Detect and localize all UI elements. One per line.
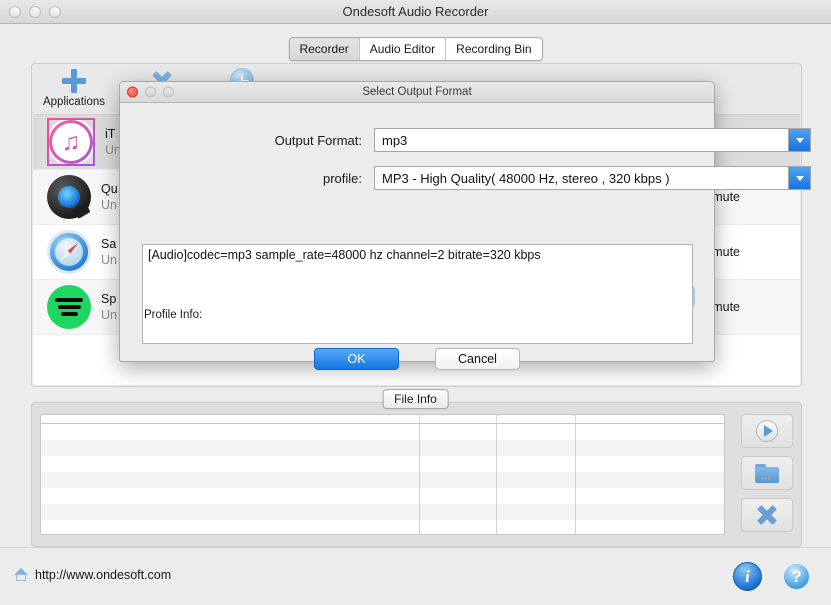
website-link[interactable]: http://www.ondesoft.com	[13, 567, 171, 582]
safari-icon	[47, 230, 91, 274]
table-row[interactable]	[41, 488, 724, 504]
add-application-label: Applications	[42, 96, 105, 108]
mute-label: mute	[712, 300, 740, 314]
table-row[interactable]	[41, 504, 724, 520]
app-text: Sa Un	[101, 237, 117, 267]
x-icon	[755, 503, 779, 527]
chevron-down-icon[interactable]	[788, 167, 810, 189]
dialog-body: Output Format: mp3 profile: MP3 - High Q…	[120, 103, 811, 370]
cancel-button[interactable]: Cancel	[435, 348, 520, 370]
app-name: Sa	[101, 237, 117, 251]
tab-audio-editor[interactable]: Audio Editor	[359, 38, 447, 60]
status-bar: http://www.ondesoft.com i ?	[0, 547, 831, 605]
profile-label: profile:	[322, 171, 362, 186]
output-format-label: Output Format:	[274, 133, 362, 148]
table-header	[41, 415, 724, 424]
app-text: Qu Un	[101, 182, 118, 212]
tab-group: Recorder Audio Editor Recording Bin	[288, 37, 543, 61]
play-button[interactable]	[741, 414, 793, 448]
play-icon	[756, 420, 778, 442]
file-info-table[interactable]	[40, 414, 725, 535]
tab-recorder[interactable]: Recorder	[289, 38, 360, 60]
dialog-titlebar: Select Output Format	[120, 82, 714, 103]
help-button[interactable]: ?	[782, 562, 811, 591]
zoom-button[interactable]	[49, 5, 61, 18]
minimize-button[interactable]	[29, 5, 41, 18]
app-status: Un	[101, 198, 117, 212]
app-name: Qu	[101, 182, 118, 196]
profile-info-textarea[interactable]: [Audio]codec=mp3 sample_rate=48000 hz ch…	[142, 244, 693, 344]
ok-button[interactable]: OK	[314, 348, 399, 370]
output-format-value: mp3	[382, 132, 408, 148]
app-status: Un	[101, 253, 117, 267]
close-button[interactable]	[9, 5, 21, 18]
window-title: Ondesoft Audio Recorder	[342, 4, 489, 19]
table-row[interactable]	[41, 520, 724, 534]
home-icon	[13, 567, 29, 582]
window-titlebar: Ondesoft Audio Recorder	[0, 0, 831, 24]
output-format-select[interactable]: mp3	[374, 128, 811, 152]
dialog-buttons: OK Cancel	[120, 348, 714, 370]
app-status: Un	[101, 308, 117, 322]
delete-button[interactable]	[741, 498, 793, 532]
itunes-icon: ♫	[47, 118, 95, 166]
table-row[interactable]	[41, 472, 724, 488]
tab-bar: Recorder Audio Editor Recording Bin	[0, 23, 831, 61]
table-row[interactable]	[41, 424, 724, 440]
dialog-zoom-button[interactable]	[163, 86, 174, 98]
info-button[interactable]: i	[733, 562, 762, 591]
app-text: Sp Un	[101, 292, 117, 322]
profile-select[interactable]: MP3 - High Quality( 48000 Hz, stereo , 3…	[374, 166, 811, 190]
select-output-format-dialog: Select Output Format Output Format: mp3 …	[119, 81, 811, 370]
tab-recording-bin[interactable]: Recording Bin	[446, 38, 542, 60]
table-row[interactable]	[41, 456, 724, 472]
mute-label: mute	[712, 245, 740, 259]
chevron-down-icon[interactable]	[788, 129, 810, 151]
folder-icon: ⋯	[755, 463, 779, 483]
spotify-icon	[47, 285, 91, 329]
profile-info-label: Profile Info:	[144, 309, 203, 321]
profile-info-text: [Audio]codec=mp3 sample_rate=48000 hz ch…	[148, 248, 541, 262]
file-info-panel: ⋯	[31, 402, 802, 547]
dialog-traffic-lights	[127, 86, 174, 98]
plus-icon	[36, 68, 112, 94]
profile-value: MP3 - High Quality( 48000 Hz, stereo , 3…	[382, 170, 670, 186]
open-folder-button[interactable]: ⋯	[741, 456, 793, 490]
dialog-minimize-button[interactable]	[145, 86, 156, 98]
file-info-legend[interactable]: File Info	[382, 389, 449, 409]
table-row[interactable]	[41, 440, 724, 456]
app-name: Sp	[101, 292, 117, 306]
add-application-button[interactable]: Applications	[36, 68, 112, 108]
quicktime-icon	[47, 175, 91, 219]
dialog-close-button[interactable]	[127, 86, 138, 98]
table-body	[41, 424, 724, 534]
dialog-title: Select Output Format	[362, 86, 472, 98]
window-traffic-lights	[9, 5, 61, 18]
website-url: http://www.ondesoft.com	[35, 567, 172, 582]
mute-label: mute	[712, 190, 740, 204]
